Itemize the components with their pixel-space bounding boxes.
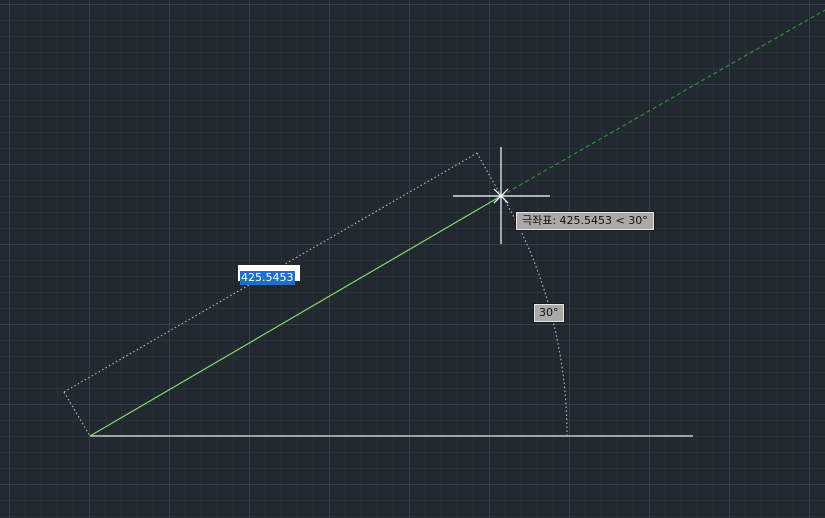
dimension-extension-left <box>63 391 91 437</box>
distance-input-value[interactable]: 425.5453 <box>240 271 295 285</box>
polar-coordinate-text: 극좌표: 425.5453 < 30° <box>522 214 648 227</box>
rubber-band-line <box>89 195 502 437</box>
drawing-canvas[interactable]: 극좌표: 425.5453 < 30° 30° 425.5453 <box>0 0 825 518</box>
polar-coordinate-tooltip: 극좌표: 425.5453 < 30° <box>516 212 654 230</box>
drawing-geometry <box>63 9 825 437</box>
polar-tracking-line <box>500 9 825 197</box>
distance-input-field[interactable]: 425.5453 <box>237 264 301 285</box>
angle-tooltip: 30° <box>534 304 564 322</box>
angle-text: 30° <box>539 306 559 319</box>
dimension-extension-right <box>476 152 502 197</box>
